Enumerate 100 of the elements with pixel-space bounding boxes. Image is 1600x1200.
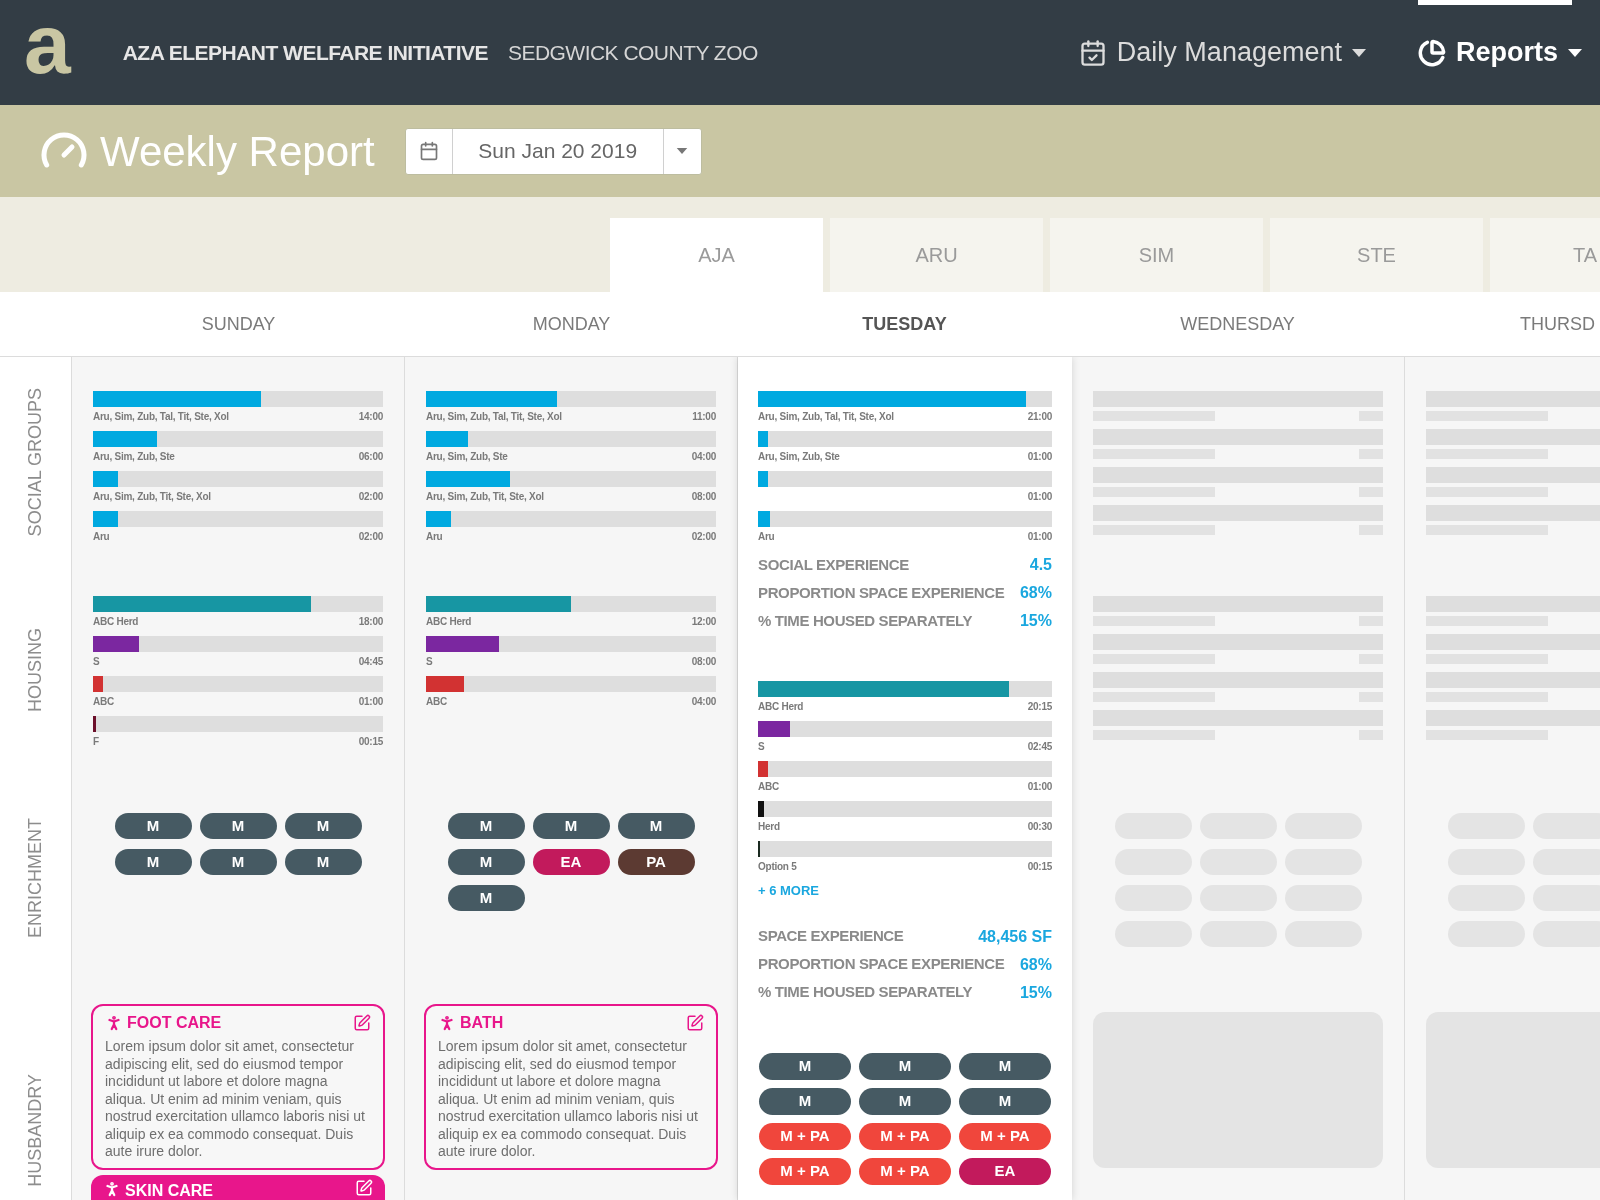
elephant-tab[interactable]: SIM <box>1050 218 1263 292</box>
enrichment-tag: M <box>959 1087 1051 1115</box>
elephant-tab[interactable]: TA <box>1490 218 1600 292</box>
page-title: Weekly Report <box>100 126 375 177</box>
stat-label: PROPORTION SPACE EXPERIENCE <box>758 954 1005 975</box>
group-label: F <box>93 735 99 748</box>
stat-value: 15% <box>1019 982 1052 1003</box>
person-icon <box>438 1014 456 1032</box>
more-link[interactable]: + 6 MORE <box>758 881 1052 901</box>
duration-label: 04:00 <box>691 695 716 708</box>
calendar-icon <box>418 141 439 161</box>
husbandry-card[interactable] <box>424 1004 718 1170</box>
group-label: Option 5 <box>758 860 797 873</box>
group-label: Aru, Sim, Zub, Tal, Tit, Ste, Xol <box>758 410 894 423</box>
edit-icon[interactable] <box>686 1014 704 1032</box>
group-label: Aru, Sim, Zub, Tit, Ste, Xol <box>93 490 211 503</box>
enrichment-tag: PA <box>617 849 695 875</box>
duration-label: 01:00 <box>1027 490 1052 503</box>
duration-label: 00:15 <box>1027 860 1052 873</box>
enrichment-tag: M <box>859 1087 951 1115</box>
row-label: SOCIAL GROUPS <box>24 388 46 537</box>
duration-label: 12:00 <box>691 615 716 628</box>
person-icon <box>103 1179 121 1198</box>
group-label: Aru, Sim, Zub, Ste <box>93 450 175 463</box>
husbandry-card[interactable]: SKIN CARE <box>91 1174 385 1200</box>
enrichment-tag: M <box>617 813 695 839</box>
enrichment-tag: M <box>447 849 525 875</box>
elephant-tab[interactable]: ARU <box>830 218 1043 292</box>
row-label: HUSBANDRY <box>24 1074 46 1187</box>
stat-value: 4.5 <box>1029 555 1052 575</box>
enrichment-tag: M <box>532 813 610 839</box>
group-label: ABC <box>426 695 447 708</box>
nav-menu[interactable]: Reports <box>1418 0 1582 105</box>
duration-label: 02:45 <box>1027 740 1052 753</box>
group-label: ABC Herd <box>758 700 804 713</box>
duration-label: 21:00 <box>1027 410 1052 423</box>
stat-label: % TIME HOUSED SEPARATELY <box>758 982 973 1003</box>
row-label: ENRICHMENT <box>24 818 46 938</box>
enrichment-tag: M + PA <box>959 1122 1051 1150</box>
enrichment-tag: M + PA <box>859 1122 951 1150</box>
stat-value: 15% <box>1019 611 1052 631</box>
nav-menu[interactable]: Daily Management <box>1078 0 1366 105</box>
logo: a <box>24 1 71 86</box>
card-text: Lorem ipsum dolor sit amet, consectetur adipiscing elit, sed do eiusmod tempor incididunt ut labore et dolore magna aliqua. Ut enim ad minim veniam, quis nostrud exercitation ullamco laboris nisi ut aliquip ex ea commodo consequat. Duis aute irure dolor. <box>438 1038 699 1161</box>
group-label: Aru, Sim, Zub, Tit, Ste, Xol <box>426 490 544 503</box>
duration-label: 02:00 <box>358 490 383 503</box>
elephant-tab[interactable]: AJA <box>610 218 823 292</box>
stat-label: % TIME HOUSED SEPARATELY <box>758 610 973 631</box>
enrichment-tag: M <box>759 1087 851 1115</box>
duration-label: 01:00 <box>358 695 383 708</box>
duration-label: 06:00 <box>358 450 383 463</box>
group-label: S <box>93 655 100 668</box>
group-label: S <box>758 740 765 753</box>
duration-label: 02:00 <box>691 530 716 543</box>
duration-label: 11:00 <box>692 410 716 423</box>
person-icon <box>105 1014 123 1032</box>
date-picker[interactable]: Sun Jan 20 2019 <box>404 127 702 175</box>
stat-label: PROPORTION SPACE EXPERIENCE <box>758 582 1005 603</box>
enrichment-tag: M <box>759 1052 851 1080</box>
enrichment-tag: M <box>447 813 525 839</box>
duration-label: 00:15 <box>358 735 383 748</box>
card-text: Lorem ipsum dolor sit amet, consectetur adipiscing elit, sed do eiusmod tempor incididunt ut labore et dolore magna aliqua. Ut enim ad minim veniam, quis nostrud exercitation ullamco laboris nisi ut aliquip ex ea commodo consequat. Duis aute irure dolor. <box>105 1038 366 1161</box>
enrichment-tag: M <box>114 813 192 839</box>
card-title: FOOT CARE <box>127 1013 222 1033</box>
enrichment-tag: EA <box>532 849 610 875</box>
enrichment-tag: M + PA <box>759 1157 851 1185</box>
enrichment-tag: M <box>199 813 277 839</box>
enrichment-tag: M <box>284 849 362 875</box>
edit-icon[interactable] <box>355 1178 373 1197</box>
stat-value: 68% <box>1019 954 1052 975</box>
caret-icon <box>1352 48 1366 57</box>
card-title: BATH <box>460 1013 504 1033</box>
group-label: Aru, Sim, Zub, Tal, Tit, Ste, Xol <box>426 410 562 423</box>
stat-label: SOCIAL EXPERIENCE <box>758 554 909 575</box>
duration-label: 20:15 <box>1027 700 1052 713</box>
day-heading: SUNDAY <box>201 312 276 336</box>
duration-label: 00:30 <box>1027 820 1052 833</box>
duration-label: 04:00 <box>691 450 716 463</box>
enrichment-tag: M <box>199 849 277 875</box>
enrichment-tag: M <box>284 813 362 839</box>
duration-label: 14:00 <box>358 410 383 423</box>
enrichment-tag: M + PA <box>859 1157 951 1185</box>
duration-label: 01:00 <box>1027 530 1052 543</box>
app-title: AZA ELEPHANT WELFARE INITIATIVE <box>122 39 488 66</box>
duration-label: 08:00 <box>691 655 716 668</box>
group-label: ABC <box>93 695 114 708</box>
husbandry-card[interactable] <box>91 1004 385 1170</box>
zoo-name: SEDGWICK COUNTY ZOO <box>507 39 758 66</box>
day-heading: THURSD <box>1520 312 1595 336</box>
duration-label: 02:00 <box>358 530 383 543</box>
enrichment-tag: M <box>859 1052 951 1080</box>
date-value: Sun Jan 20 2019 <box>477 138 639 165</box>
group-label: Aru <box>93 530 110 543</box>
elephant-tab[interactable]: STE <box>1270 218 1483 292</box>
group-label: S <box>426 655 433 668</box>
edit-icon[interactable] <box>353 1014 371 1032</box>
enrichment-tag: M <box>114 849 192 875</box>
card-title: SKIN CARE <box>125 1180 213 1200</box>
group-label: ABC Herd <box>93 615 139 628</box>
group-label: Aru, Sim, Zub, Tal, Tit, Ste, Xol <box>93 410 229 423</box>
